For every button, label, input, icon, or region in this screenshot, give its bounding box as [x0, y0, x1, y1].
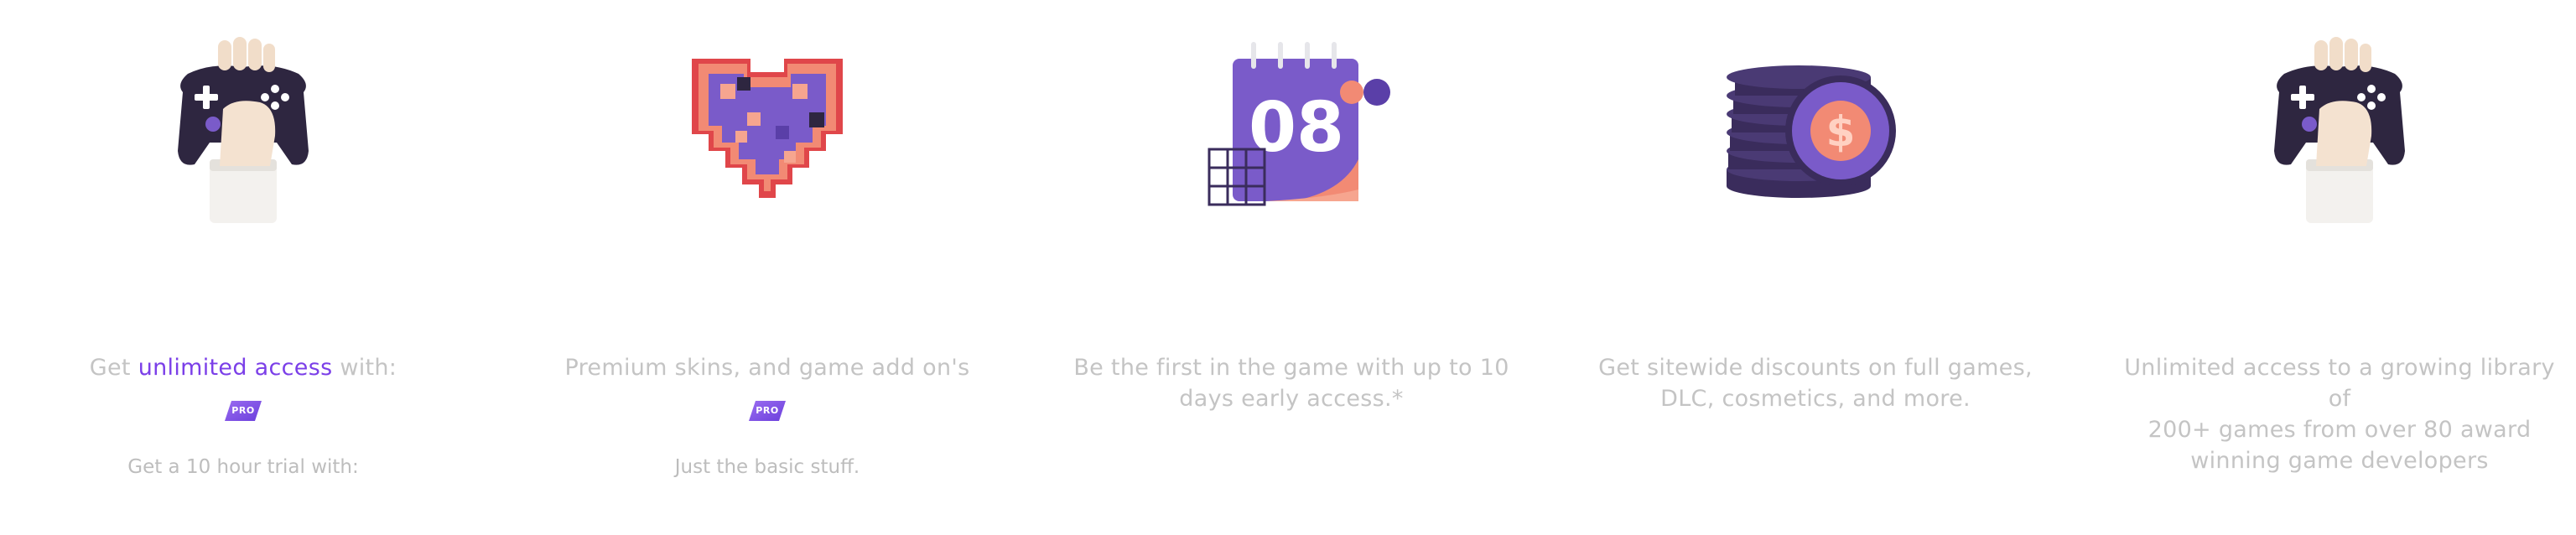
feature-strip: Get unlimited access with: PRO Get a 10 … [0, 0, 2576, 535]
feature-description: Get sitewide discounts on full games, DLC… [1598, 355, 2033, 412]
pro-badge: PRO [749, 401, 786, 421]
unlimited-access-link[interactable]: unlimited access [138, 355, 333, 381]
feature-description: Premium skins, and game add on's [564, 355, 970, 381]
feature-early-access: 08 Be the first in the game with up to 1… [1065, 0, 1518, 535]
feature-subtext: Just the basic stuff. [674, 456, 860, 478]
game-controller-hand-icon [178, 37, 309, 223]
feature-description: Unlimited access to a growing library of… [2124, 355, 2555, 474]
feature-description: Be the first in the game with up to 10 da… [1073, 355, 1509, 412]
pixel-heart-icon [692, 59, 843, 198]
pro-badge: PRO [225, 401, 262, 421]
game-controller-hand-icon [2274, 37, 2405, 223]
pro-badge-label: PRO [231, 405, 255, 416]
coin-symbol: $ [1826, 107, 1856, 156]
feature-subtext: Get a 10 hour trial with: [127, 456, 359, 478]
feature-unlimited-access: Get unlimited access with: PRO Get a 10 … [17, 0, 470, 535]
feature-game-library: Unlimited access to a growing library of… [2113, 0, 2566, 535]
feature-premium-skins: Premium skins, and game add on's PRO Jus… [541, 0, 994, 535]
pro-badge-label: PRO [756, 405, 779, 416]
feature-discounts: $ Get sitewide discounts on full games, D… [1589, 0, 2042, 535]
coin-stack-icon: $ [1727, 65, 1896, 198]
calendar-number: 08 [1249, 88, 1344, 168]
feature-description: Get unlimited access with: [89, 355, 397, 381]
calendar-08-icon: 08 [1208, 42, 1390, 206]
